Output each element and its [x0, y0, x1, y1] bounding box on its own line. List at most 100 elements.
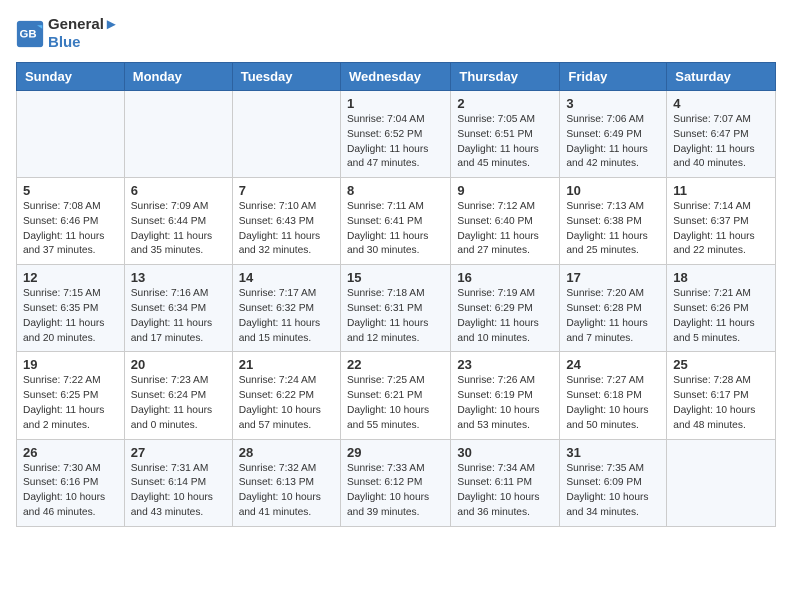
day-info: Sunrise: 7:06 AM Sunset: 6:49 PM Dayligh… [566, 113, 660, 172]
calendar-cell: 1 Sunrise: 7:04 AM Sunset: 6:52 PM Daylig… [340, 91, 450, 178]
day-info: Sunrise: 7:21 AM Sunset: 6:26 PM Dayligh… [673, 287, 769, 346]
day-info: Sunrise: 7:08 AM Sunset: 6:46 PM Dayligh… [23, 200, 118, 259]
day-number: 7 [239, 183, 334, 198]
weekday-header-friday: Friday [560, 63, 667, 91]
day-info: Sunrise: 7:25 AM Sunset: 6:21 PM Dayligh… [347, 374, 444, 433]
day-number: 2 [457, 96, 553, 111]
day-number: 20 [131, 357, 226, 372]
day-info: Sunrise: 7:33 AM Sunset: 6:12 PM Dayligh… [347, 462, 444, 521]
day-number: 30 [457, 445, 553, 460]
day-info: Sunrise: 7:31 AM Sunset: 6:14 PM Dayligh… [131, 462, 226, 521]
day-number: 11 [673, 183, 769, 198]
day-info: Sunrise: 7:20 AM Sunset: 6:28 PM Dayligh… [566, 287, 660, 346]
calendar-cell: 27 Sunrise: 7:31 AM Sunset: 6:14 PM Dayli… [124, 439, 232, 526]
day-number: 8 [347, 183, 444, 198]
calendar-cell [124, 91, 232, 178]
day-number: 15 [347, 270, 444, 285]
calendar-week-4: 19 Sunrise: 7:22 AM Sunset: 6:25 PM Dayli… [17, 352, 776, 439]
day-number: 19 [23, 357, 118, 372]
calendar-cell: 23Sunrise: 7:26 AM Sunset: 6:19 PM Dayli… [451, 352, 560, 439]
weekday-header-thursday: Thursday [451, 63, 560, 91]
day-info: Sunrise: 7:19 AM Sunset: 6:29 PM Dayligh… [457, 287, 553, 346]
calendar-cell: 8 Sunrise: 7:11 AM Sunset: 6:41 PM Daylig… [340, 178, 450, 265]
day-info: Sunrise: 7:35 AM Sunset: 6:09 PM Dayligh… [566, 462, 660, 521]
day-number: 18 [673, 270, 769, 285]
calendar-cell [17, 91, 125, 178]
weekday-header-saturday: Saturday [667, 63, 776, 91]
calendar-cell: 7 Sunrise: 7:10 AM Sunset: 6:43 PM Daylig… [232, 178, 340, 265]
day-info: Sunrise: 7:17 AM Sunset: 6:32 PM Dayligh… [239, 287, 334, 346]
calendar-cell: 9 Sunrise: 7:12 AM Sunset: 6:40 PM Daylig… [451, 178, 560, 265]
day-number: 21 [239, 357, 334, 372]
day-number: 17 [566, 270, 660, 285]
calendar-cell: 13 Sunrise: 7:16 AM Sunset: 6:34 PM Dayli… [124, 265, 232, 352]
calendar-week-2: 5Sunrise: 7:08 AM Sunset: 6:46 PM Daylig… [17, 178, 776, 265]
calendar-cell: 30 Sunrise: 7:34 AM Sunset: 6:11 PM Dayli… [451, 439, 560, 526]
day-number: 14 [239, 270, 334, 285]
day-number: 28 [239, 445, 334, 460]
calendar-header: SundayMondayTuesdayWednesdayThursdayFrid… [17, 63, 776, 91]
day-number: 3 [566, 96, 660, 111]
calendar-cell: 25Sunrise: 7:28 AM Sunset: 6:17 PM Dayli… [667, 352, 776, 439]
day-info: Sunrise: 7:16 AM Sunset: 6:34 PM Dayligh… [131, 287, 226, 346]
calendar-week-3: 12Sunrise: 7:15 AM Sunset: 6:35 PM Dayli… [17, 265, 776, 352]
calendar-cell: 31 Sunrise: 7:35 AM Sunset: 6:09 PM Dayli… [560, 439, 667, 526]
weekday-header-tuesday: Tuesday [232, 63, 340, 91]
weekday-header-wednesday: Wednesday [340, 63, 450, 91]
calendar-cell: 3 Sunrise: 7:06 AM Sunset: 6:49 PM Daylig… [560, 91, 667, 178]
day-info: Sunrise: 7:15 AM Sunset: 6:35 PM Dayligh… [23, 287, 118, 346]
day-number: 6 [131, 183, 226, 198]
day-info: Sunrise: 7:04 AM Sunset: 6:52 PM Dayligh… [347, 113, 444, 172]
calendar-cell: 19 Sunrise: 7:22 AM Sunset: 6:25 PM Dayli… [17, 352, 125, 439]
calendar-week-1: 1 Sunrise: 7:04 AM Sunset: 6:52 PM Daylig… [17, 91, 776, 178]
calendar-cell [667, 439, 776, 526]
day-number: 9 [457, 183, 553, 198]
day-number: 27 [131, 445, 226, 460]
day-info: Sunrise: 7:18 AM Sunset: 6:31 PM Dayligh… [347, 287, 444, 346]
calendar-cell: 6Sunrise: 7:09 AM Sunset: 6:44 PM Daylig… [124, 178, 232, 265]
calendar-cell: 11 Sunrise: 7:14 AM Sunset: 6:37 PM Dayli… [667, 178, 776, 265]
calendar-cell: 15 Sunrise: 7:18 AM Sunset: 6:31 PM Dayli… [340, 265, 450, 352]
day-number: 16 [457, 270, 553, 285]
day-number: 1 [347, 96, 444, 111]
day-info: Sunrise: 7:10 AM Sunset: 6:43 PM Dayligh… [239, 200, 334, 259]
day-number: 24 [566, 357, 660, 372]
logo: GB General► Blue [16, 16, 119, 52]
day-info: Sunrise: 7:34 AM Sunset: 6:11 PM Dayligh… [457, 462, 553, 521]
day-info: Sunrise: 7:22 AM Sunset: 6:25 PM Dayligh… [23, 374, 118, 433]
day-info: Sunrise: 7:11 AM Sunset: 6:41 PM Dayligh… [347, 200, 444, 259]
weekday-header-monday: Monday [124, 63, 232, 91]
calendar-cell: 10 Sunrise: 7:13 AM Sunset: 6:38 PM Dayli… [560, 178, 667, 265]
day-info: Sunrise: 7:28 AM Sunset: 6:17 PM Dayligh… [673, 374, 769, 433]
day-number: 23 [457, 357, 553, 372]
calendar-cell: 21 Sunrise: 7:24 AM Sunset: 6:22 PM Dayli… [232, 352, 340, 439]
svg-text:GB: GB [20, 29, 37, 41]
day-number: 26 [23, 445, 118, 460]
calendar-cell: 22 Sunrise: 7:25 AM Sunset: 6:21 PM Dayli… [340, 352, 450, 439]
logo-icon: GB [16, 20, 44, 48]
day-info: Sunrise: 7:27 AM Sunset: 6:18 PM Dayligh… [566, 374, 660, 433]
calendar-week-5: 26 Sunrise: 7:30 AM Sunset: 6:16 PM Dayli… [17, 439, 776, 526]
calendar-cell: 26 Sunrise: 7:30 AM Sunset: 6:16 PM Dayli… [17, 439, 125, 526]
calendar-cell: 12Sunrise: 7:15 AM Sunset: 6:35 PM Dayli… [17, 265, 125, 352]
day-number: 22 [347, 357, 444, 372]
calendar-cell: 18 Sunrise: 7:21 AM Sunset: 6:26 PM Dayli… [667, 265, 776, 352]
calendar-cell: 29Sunrise: 7:33 AM Sunset: 6:12 PM Dayli… [340, 439, 450, 526]
day-info: Sunrise: 7:14 AM Sunset: 6:37 PM Dayligh… [673, 200, 769, 259]
day-number: 31 [566, 445, 660, 460]
day-info: Sunrise: 7:12 AM Sunset: 6:40 PM Dayligh… [457, 200, 553, 259]
calendar-cell [232, 91, 340, 178]
weekday-header-sunday: Sunday [17, 63, 125, 91]
calendar-cell: 20Sunrise: 7:23 AM Sunset: 6:24 PM Dayli… [124, 352, 232, 439]
day-info: Sunrise: 7:24 AM Sunset: 6:22 PM Dayligh… [239, 374, 334, 433]
day-info: Sunrise: 7:05 AM Sunset: 6:51 PM Dayligh… [457, 113, 553, 172]
day-number: 13 [131, 270, 226, 285]
calendar-cell: 14 Sunrise: 7:17 AM Sunset: 6:32 PM Dayli… [232, 265, 340, 352]
day-number: 10 [566, 183, 660, 198]
day-info: Sunrise: 7:30 AM Sunset: 6:16 PM Dayligh… [23, 462, 118, 521]
day-info: Sunrise: 7:13 AM Sunset: 6:38 PM Dayligh… [566, 200, 660, 259]
calendar-cell: 24 Sunrise: 7:27 AM Sunset: 6:18 PM Dayli… [560, 352, 667, 439]
calendar-cell: 28Sunrise: 7:32 AM Sunset: 6:13 PM Dayli… [232, 439, 340, 526]
day-number: 4 [673, 96, 769, 111]
day-info: Sunrise: 7:07 AM Sunset: 6:47 PM Dayligh… [673, 113, 769, 172]
